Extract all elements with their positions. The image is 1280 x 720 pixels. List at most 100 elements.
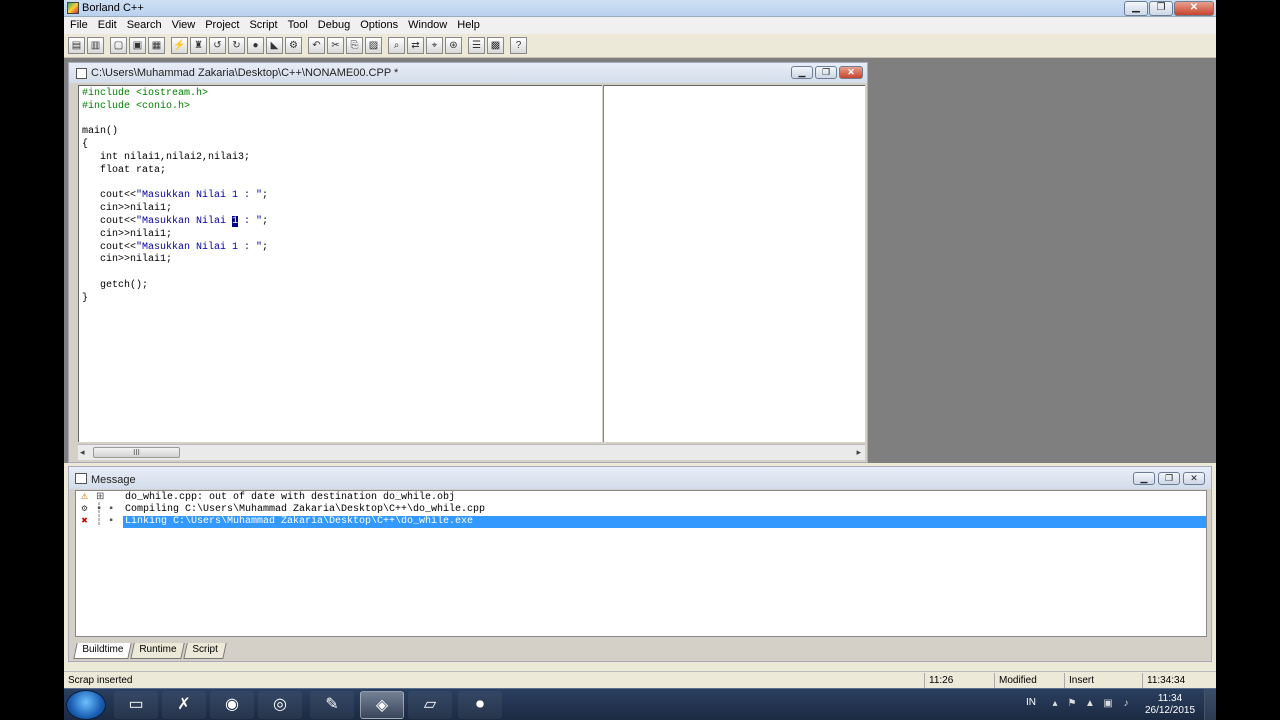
code-line: #include <iostream.h> bbox=[82, 88, 209, 99]
tab-buildtime[interactable]: Buildtime bbox=[73, 643, 132, 659]
browse-icon[interactable]: ⊛ bbox=[445, 37, 462, 54]
menu-view[interactable]: View bbox=[168, 17, 202, 34]
step-over-icon[interactable]: ↺ bbox=[209, 37, 226, 54]
project-window-icon[interactable]: ▩ bbox=[487, 37, 504, 54]
code-line: #include <conio.h> bbox=[82, 100, 191, 112]
paste-icon[interactable]: ▨ bbox=[365, 37, 382, 54]
message-close-button[interactable]: ✕ bbox=[1183, 472, 1205, 485]
open-file-icon[interactable]: ▣ bbox=[129, 37, 146, 54]
warning-icon: ⚠ bbox=[80, 493, 89, 502]
tab-script[interactable]: Script bbox=[183, 643, 227, 659]
search-again-icon[interactable]: ⌖ bbox=[426, 37, 443, 54]
borland-taskbar-icon[interactable]: ◈ bbox=[360, 691, 404, 719]
network-icon[interactable]: ▣ bbox=[1102, 698, 1114, 710]
minimize-button[interactable]: ▁ bbox=[1124, 1, 1148, 16]
scroll-right-icon[interactable]: ▸ bbox=[856, 447, 861, 458]
antivirus-icon[interactable]: ▲ bbox=[1084, 698, 1096, 710]
tab-runtime[interactable]: Runtime bbox=[130, 643, 186, 659]
code-token: ; bbox=[262, 241, 269, 253]
mdi-workspace: C:\Users\Muhammad Zakaria\Desktop\C++\NO… bbox=[64, 58, 1216, 463]
help-pointer-icon[interactable]: ? bbox=[510, 37, 527, 54]
message-window: Message ▁ ❐ ✕ ⚠ ⊞ ▪ do_while.cpp: out of… bbox=[68, 466, 1212, 662]
message-window-icon[interactable]: ☰ bbox=[468, 37, 485, 54]
menu-debug[interactable]: Debug bbox=[314, 17, 356, 34]
code-line: getch(); bbox=[82, 279, 149, 291]
insert-mode-indicator: Insert bbox=[1064, 673, 1142, 688]
message-restore-button[interactable]: ❐ bbox=[1158, 472, 1180, 485]
flag-icon[interactable]: ⚑ bbox=[1066, 698, 1078, 710]
code-line: float rata; bbox=[82, 164, 167, 176]
menu-tool[interactable]: Tool bbox=[284, 17, 314, 34]
breakpoint-icon[interactable]: ● bbox=[247, 37, 264, 54]
window-title: Borland C++ bbox=[82, 2, 144, 14]
language-indicator[interactable]: IN bbox=[1026, 697, 1036, 708]
menu-project[interactable]: Project bbox=[201, 17, 245, 34]
compile-icon: ⚙ bbox=[80, 505, 89, 514]
open-project-icon[interactable]: ▤ bbox=[68, 37, 85, 54]
inspect-icon[interactable]: ⚙ bbox=[285, 37, 302, 54]
editor-minimize-button[interactable]: ▁ bbox=[791, 66, 813, 79]
message-list[interactable]: ⚠ ⊞ ▪ do_while.cpp: out of date with des… bbox=[75, 490, 1207, 637]
message-row[interactable]: ⚠ ⊞ ▪ do_while.cpp: out of date with des… bbox=[76, 492, 1206, 515]
menu-search[interactable]: Search bbox=[123, 17, 168, 34]
code-editor[interactable]: #include <iostream.h> #include <conio.h>… bbox=[78, 85, 602, 442]
message-title-bar[interactable]: Message ▁ ❐ ✕ bbox=[69, 467, 1211, 489]
search-icon[interactable]: ⌕ bbox=[388, 37, 405, 54]
system-clock[interactable]: 11:34 26/12/2015 bbox=[1142, 693, 1198, 717]
scrollbar-thumb[interactable]: III bbox=[93, 447, 180, 458]
menu-help[interactable]: Help bbox=[453, 17, 486, 34]
paint-taskbar-icon[interactable]: ✎ bbox=[310, 691, 354, 719]
status-clock: 11:34:34 bbox=[1142, 673, 1216, 688]
horizontal-scrollbar[interactable]: ◂ III ▸ bbox=[78, 444, 865, 460]
clock-time: 11:34 bbox=[1157, 693, 1183, 704]
screen: Borland C++ ▁ ❐ ✕ File Edit Search View … bbox=[64, 0, 1216, 720]
chrome-taskbar-icon[interactable]: ◎ bbox=[258, 691, 302, 719]
window-controls: ▁ ❐ ✕ bbox=[1124, 1, 1214, 16]
editor-file-path: C:\Users\Muhammad Zakaria\Desktop\C++\NO… bbox=[91, 67, 399, 79]
message-tabs: Buildtime Runtime Script bbox=[73, 643, 227, 659]
save-file-icon[interactable]: ▦ bbox=[148, 37, 165, 54]
close-button[interactable]: ✕ bbox=[1174, 1, 1214, 16]
start-button[interactable] bbox=[66, 690, 106, 720]
firefox-taskbar-icon[interactable]: ◉ bbox=[210, 691, 254, 719]
code-line: cin>>nilai1; bbox=[82, 203, 173, 215]
make-icon[interactable]: ⚡ bbox=[171, 37, 188, 54]
message-title: Message bbox=[91, 474, 136, 486]
message-row-selected[interactable]: ✖ ┆ ▪ Linking C:\Users\Muhammad Zakaria\… bbox=[76, 516, 1206, 528]
source-code: #include <iostream.h> #include <conio.h>… bbox=[79, 86, 602, 306]
editor-restore-button[interactable]: ❐ bbox=[815, 66, 837, 79]
new-file-icon[interactable]: ▢ bbox=[110, 37, 127, 54]
menu-bar: File Edit Search View Project Script Too… bbox=[64, 17, 1216, 34]
windows-taskbar: ▭ ✗ ◉ ◎ ✎ ◈ ▱ ⏺ IN ▴ ⚑ ▲ ▣ ♪ 11:34 26/12… bbox=[64, 688, 1216, 720]
show-desktop-button[interactable] bbox=[1204, 689, 1216, 720]
message-minimize-button[interactable]: ▁ bbox=[1133, 472, 1155, 485]
replace-icon[interactable]: ⇄ bbox=[407, 37, 424, 54]
menu-script[interactable]: Script bbox=[245, 17, 283, 34]
editor-title-bar[interactable]: C:\Users\Muhammad Zakaria\Desktop\C++\NO… bbox=[69, 63, 867, 83]
maximize-button[interactable]: ❐ bbox=[1149, 1, 1173, 16]
copy-icon[interactable]: ⎘ bbox=[346, 37, 363, 54]
trace-into-icon[interactable]: ↻ bbox=[228, 37, 245, 54]
menu-window[interactable]: Window bbox=[404, 17, 453, 34]
title-bar[interactable]: Borland C++ ▁ ❐ ✕ bbox=[64, 0, 1216, 17]
undo-icon[interactable]: ↶ bbox=[308, 37, 325, 54]
editor-split-pane[interactable] bbox=[603, 85, 865, 442]
tray-expand-icon[interactable]: ▴ bbox=[1049, 698, 1061, 710]
link-error-icon: ✖ bbox=[81, 517, 88, 526]
recorder-taskbar-icon[interactable]: ⏺ bbox=[458, 691, 502, 719]
menu-options[interactable]: Options bbox=[356, 17, 404, 34]
explorer-taskbar-icon[interactable]: ▭ bbox=[114, 691, 158, 719]
editor-close-button[interactable]: ✕ bbox=[839, 66, 863, 79]
save-project-icon[interactable]: ▥ bbox=[87, 37, 104, 54]
notepad-taskbar-icon[interactable]: ▱ bbox=[408, 691, 452, 719]
build-icon[interactable]: ♜ bbox=[190, 37, 207, 54]
menu-file[interactable]: File bbox=[66, 17, 94, 34]
toolbar: ▤ ▥ ▢ ▣ ▦ ⚡ ♜ ↺ ↻ ● ◣ ⚙ ↶ ✂ ⎘ ▨ ⌕ ⇄ ⌖ ⊛ … bbox=[64, 34, 1216, 58]
scroll-left-icon[interactable]: ◂ bbox=[80, 447, 85, 458]
menu-edit[interactable]: Edit bbox=[94, 17, 123, 34]
volume-icon[interactable]: ♪ bbox=[1120, 698, 1132, 710]
message-row[interactable]: ⚙ ┆ ▪ Compiling C:\Users\Muhammad Zakari… bbox=[76, 504, 1206, 516]
cut-icon[interactable]: ✂ bbox=[327, 37, 344, 54]
tools-taskbar-icon[interactable]: ✗ bbox=[162, 691, 206, 719]
run-to-icon[interactable]: ◣ bbox=[266, 37, 283, 54]
